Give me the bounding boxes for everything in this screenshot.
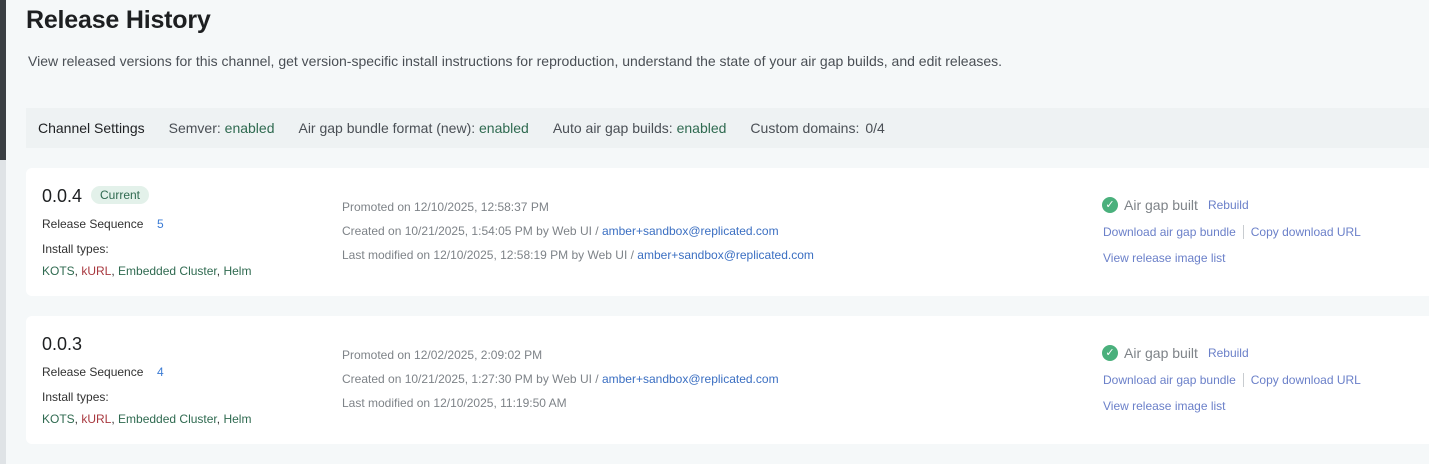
copy-download-url-link[interactable]: Copy download URL — [1251, 373, 1361, 387]
install-types-list: KOTS, kURL, Embedded Cluster, Helm — [42, 412, 252, 426]
release-sequence-number[interactable]: 5 — [157, 217, 164, 231]
rebuild-link[interactable]: Rebuild — [1208, 346, 1249, 360]
created-info: Created on 10/21/2025, 1:27:30 PM by Web… — [342, 372, 779, 386]
release-version: 0.0.4 — [42, 186, 83, 206]
release-sequence-number[interactable]: 4 — [157, 365, 164, 379]
download-row: Download air gap bundle Copy download UR… — [1103, 373, 1361, 387]
copy-download-url-link[interactable]: Copy download URL — [1251, 225, 1361, 239]
install-types-list: KOTS, kURL, Embedded Cluster, Helm — [42, 264, 252, 278]
install-types-label: Install types: — [42, 390, 109, 404]
sidebar-edge — [0, 0, 6, 160]
type-helm: Helm — [223, 264, 252, 278]
release-sequence-label: Release Sequence — [42, 365, 144, 379]
airgap-status-text: Air gap built — [1124, 197, 1198, 213]
auto-airgap-setting: Auto air gap builds: enabled — [553, 120, 727, 136]
airgap-status-text: Air gap built — [1124, 345, 1198, 361]
semver-value: enabled — [224, 120, 275, 136]
bundle-format-setting: Air gap bundle format (new): enabled — [298, 120, 528, 136]
promoted-date: Promoted on 12/02/2025, 2:09:02 PM — [342, 348, 543, 362]
install-types-label: Install types: — [42, 242, 109, 256]
modified-text: Last modified on 12/10/2025, 12:58:19 PM… — [342, 248, 638, 262]
semver-label: Semver: — [168, 120, 221, 136]
custom-domains-label: Custom domains: — [750, 120, 860, 136]
type-embedded-cluster: Embedded Cluster — [118, 412, 217, 426]
page-description: View released versions for this channel,… — [28, 53, 1003, 69]
rebuild-link[interactable]: Rebuild — [1208, 198, 1249, 212]
type-kots: KOTS — [42, 264, 75, 278]
auto-airgap-label: Auto air gap builds: — [552, 120, 673, 136]
auto-airgap-value: enabled — [676, 120, 727, 136]
channel-settings-title: Channel Settings — [38, 120, 145, 136]
created-text: Created on 10/21/2025, 1:27:30 PM by Web… — [342, 372, 602, 386]
promoted-date: Promoted on 12/10/2025, 12:58:37 PM — [342, 200, 549, 214]
download-airgap-bundle-link[interactable]: Download air gap bundle — [1103, 225, 1236, 239]
type-kots: KOTS — [42, 412, 75, 426]
view-release-image-list-link[interactable]: View release image list — [1103, 399, 1226, 413]
release-card: 0.0.4 Current Release Sequence 5 Install… — [26, 168, 1429, 296]
semver-setting: Semver: enabled — [169, 120, 275, 136]
airgap-status: ✓ Air gap built Rebuild — [1102, 345, 1249, 361]
link-divider — [1242, 373, 1244, 387]
modified-info: Last modified on 12/10/2025, 11:19:50 AM — [342, 396, 567, 410]
check-circle-icon: ✓ — [1102, 197, 1118, 213]
created-by-email-link[interactable]: amber+sandbox@replicated.com — [602, 224, 779, 238]
bundle-format-value: enabled — [479, 120, 529, 136]
custom-domains-value: 0/4 — [865, 120, 885, 136]
created-text: Created on 10/21/2025, 1:54:05 PM by Web… — [342, 224, 602, 238]
download-row: Download air gap bundle Copy download UR… — [1103, 225, 1361, 239]
created-by-email-link[interactable]: amber+sandbox@replicated.com — [602, 372, 779, 386]
bundle-format-label: Air gap bundle format (new): — [298, 120, 476, 136]
custom-domains-setting: Custom domains: 0/4 — [750, 120, 884, 136]
airgap-status: ✓ Air gap built Rebuild — [1102, 197, 1249, 213]
left-edge-bar — [0, 0, 6, 464]
release-sequence-label: Release Sequence — [42, 217, 144, 231]
type-kurl: kURL — [81, 264, 112, 278]
type-kurl: kURL — [81, 412, 112, 426]
download-airgap-bundle-link[interactable]: Download air gap bundle — [1103, 373, 1236, 387]
release-card: 0.0.3 Release Sequence 4 Install types: … — [26, 316, 1429, 444]
current-badge: Current — [91, 186, 150, 204]
link-divider — [1242, 225, 1244, 239]
modified-by-email-link[interactable]: amber+sandbox@replicated.com — [637, 248, 814, 262]
created-info: Created on 10/21/2025, 1:54:05 PM by Web… — [342, 224, 779, 238]
type-helm: Helm — [223, 412, 252, 426]
view-release-image-list-link[interactable]: View release image list — [1103, 251, 1226, 265]
type-embedded-cluster: Embedded Cluster — [118, 264, 217, 278]
modified-info: Last modified on 12/10/2025, 12:58:19 PM… — [342, 248, 814, 262]
page-title: Release History — [26, 6, 211, 34]
channel-settings-bar: Channel Settings Semver: enabled Air gap… — [26, 108, 1429, 148]
release-version: 0.0.3 — [42, 334, 83, 354]
check-circle-icon: ✓ — [1102, 345, 1118, 361]
